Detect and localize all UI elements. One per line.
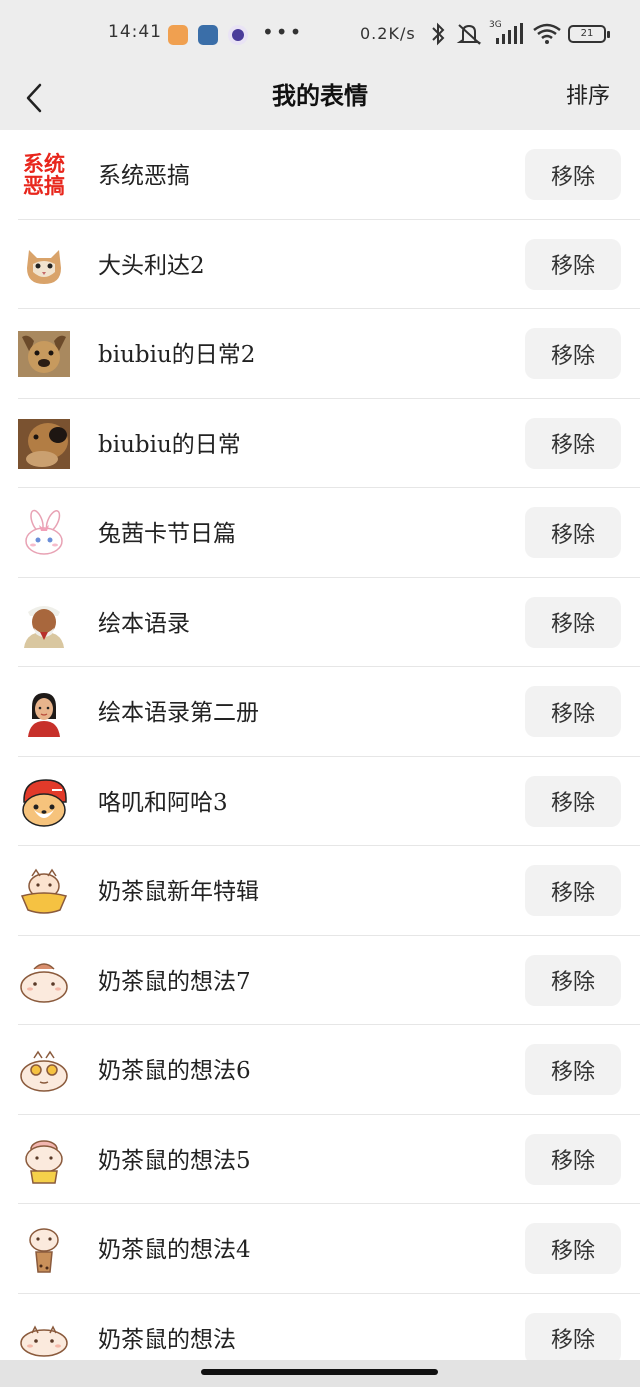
corgi-helmet-icon xyxy=(18,777,70,827)
hamster-glasses-icon xyxy=(18,1045,70,1095)
browser-app-icon xyxy=(228,25,248,45)
sticker-title: 奶茶鼠新年特辑 xyxy=(98,879,259,905)
badge-text-line2: 恶搞 xyxy=(23,174,65,198)
sticker-title: 咯叽和阿哈3 xyxy=(98,789,228,816)
badge-text-line1: 系统 xyxy=(23,152,65,176)
network-speed: 0.2K/s xyxy=(360,24,416,43)
remove-button[interactable]: 移除 xyxy=(525,417,621,469)
pink-rabbit-icon xyxy=(18,508,70,558)
list-item: biubiu的日常2 移除 xyxy=(0,309,640,399)
sticker-title: 绘本语录 xyxy=(98,610,190,637)
remove-button[interactable]: 移除 xyxy=(525,1044,621,1095)
status-time: 14:41 xyxy=(108,22,162,42)
hamster-icon xyxy=(18,956,70,1006)
remove-button[interactable]: 移除 xyxy=(525,507,621,558)
battery-level: 21 xyxy=(580,28,594,39)
remove-button[interactable]: 移除 xyxy=(525,1133,621,1185)
cat-face-icon xyxy=(18,240,70,290)
sticker-list: 系统 恶搞 系统恶搞 移除 大头利达2 移除 biubiu的日常2 移除 biu… xyxy=(0,130,640,1383)
signal-icon xyxy=(496,23,523,44)
sticker-title: biubiu的日常2 xyxy=(98,342,256,368)
hamster-yellow-icon xyxy=(18,1135,70,1185)
remove-button[interactable]: 移除 xyxy=(525,1312,621,1364)
list-item: 奶茶鼠的想法5 移除 xyxy=(0,1115,640,1204)
notes-app-icon xyxy=(168,25,188,45)
page-title: 我的表情 xyxy=(272,81,368,110)
sort-button[interactable]: 排序 xyxy=(566,78,610,110)
sticker-title: 奶茶鼠的想法 xyxy=(98,1326,236,1353)
gesture-bar xyxy=(0,1360,640,1387)
dog-closeup-icon xyxy=(18,418,70,469)
list-item: 绘本语录 移除 xyxy=(0,578,640,667)
status-bar: 14:41 ••• 0.2K/s 3G 21 xyxy=(0,0,640,66)
girl-portrait-icon xyxy=(18,687,70,737)
list-item: 兔茜卡节日篇 移除 xyxy=(0,488,640,578)
nav-bar: 我的表情 排序 xyxy=(0,66,640,130)
remove-button[interactable]: 移除 xyxy=(525,328,621,379)
bluetooth-icon xyxy=(432,22,445,46)
battery-icon: 21 xyxy=(568,25,610,43)
dog-face-icon xyxy=(18,329,70,379)
home-indicator[interactable] xyxy=(201,1369,438,1375)
remove-button[interactable]: 移除 xyxy=(525,686,621,737)
remove-button[interactable]: 移除 xyxy=(525,596,621,648)
old-man-portrait-icon xyxy=(18,598,70,648)
list-item: 奶茶鼠的想法4 移除 xyxy=(0,1204,640,1294)
remove-button[interactable]: 移除 xyxy=(525,775,621,827)
system-prank-badge-icon: 系统 恶搞 xyxy=(18,150,70,200)
remove-button[interactable]: 移除 xyxy=(525,1223,621,1274)
sticker-title: 兔茜卡节日篇 xyxy=(98,521,236,547)
list-item: 大头利达2 移除 xyxy=(0,220,640,309)
remove-button[interactable]: 移除 xyxy=(525,238,621,290)
sticker-title: 奶茶鼠的想法5 xyxy=(98,1147,251,1174)
list-item: 咯叽和阿哈3 移除 xyxy=(0,757,640,846)
mute-icon xyxy=(456,24,482,45)
more-notifications-icon: ••• xyxy=(262,20,304,44)
sticker-title: 大头利达2 xyxy=(98,252,205,279)
settings-app-icon xyxy=(198,25,218,45)
hamster-lying-icon xyxy=(18,1314,70,1364)
list-item: 奶茶鼠的想法7 移除 xyxy=(0,936,640,1025)
hamster-milktea-icon xyxy=(18,1224,70,1274)
sticker-title: 系统恶搞 xyxy=(98,163,190,189)
remove-button[interactable]: 移除 xyxy=(525,149,621,200)
sticker-title: biubiu的日常 xyxy=(98,431,241,458)
list-item: biubiu的日常 移除 xyxy=(0,399,640,488)
list-item: 奶茶鼠新年特辑 移除 xyxy=(0,846,640,936)
sticker-title: 奶茶鼠的想法6 xyxy=(98,1058,251,1084)
list-item: 系统 恶搞 系统恶搞 移除 xyxy=(0,130,640,220)
remove-button[interactable]: 移除 xyxy=(525,865,621,916)
list-item: 奶茶鼠的想法6 移除 xyxy=(0,1025,640,1115)
list-item: 绘本语录第二册 移除 xyxy=(0,667,640,757)
remove-button[interactable]: 移除 xyxy=(525,954,621,1006)
sticker-title: 绘本语录第二册 xyxy=(98,700,259,726)
hamster-newyear-icon xyxy=(18,866,70,916)
wifi-icon xyxy=(533,23,561,44)
sticker-title: 奶茶鼠的想法7 xyxy=(98,968,251,995)
sticker-title: 奶茶鼠的想法4 xyxy=(98,1237,251,1263)
